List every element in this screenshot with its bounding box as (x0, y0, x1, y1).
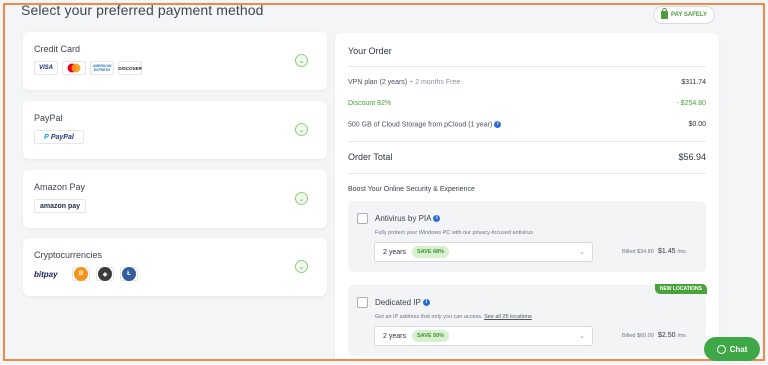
payment-method-amazon-pay[interactable]: Amazon Pay amazon pay ⌄ (23, 170, 327, 228)
plan-label-wrap: VPN plan (2 years) + 2 months Free (348, 79, 460, 86)
billed-amount: Billed $60.00 (622, 333, 654, 339)
payment-method-paypal[interactable]: PayPal P PayPal ⌄ (23, 101, 327, 159)
expand-chevron-icon[interactable]: ⌄ (295, 260, 308, 273)
ethereum-logo: ◆ (96, 267, 114, 281)
boost-title: Boost Your Online Security & Experience (348, 186, 475, 193)
pay-safely-label: PAY SAFELY (670, 12, 708, 18)
payment-method-label: Amazon Pay (34, 182, 86, 192)
term-select[interactable]: 2 years SAVE 50% ⌄ (374, 326, 593, 346)
divider (348, 66, 706, 67)
chevron-down-icon: ⌄ (579, 333, 585, 340)
info-icon[interactable]: i (433, 215, 441, 223)
bitcoin-logo: B (72, 267, 90, 281)
info-icon[interactable]: i (494, 121, 502, 128)
chat-bubble-icon (716, 344, 726, 354)
discover-logo: DISCOVER (118, 61, 142, 75)
price-value: $2.50 (658, 332, 676, 339)
card-logos: VISA AMERICAN EXPRESS DISCOVER (34, 61, 142, 75)
chat-label: Chat (729, 344, 748, 354)
plan-bonus: + 2 months Free (409, 79, 461, 86)
see-locations-link[interactable]: See all 25 locations (484, 314, 532, 320)
new-locations-badge: NEW LOCATIONS (654, 284, 707, 294)
divider (348, 173, 706, 174)
payment-method-cryptocurrencies[interactable]: Cryptocurrencies bitpay B ◆ Ł ⌄ (23, 238, 327, 296)
discount-value: - $254.80 (676, 100, 706, 107)
expand-chevron-icon[interactable]: ⌄ (295, 123, 308, 136)
amazon-pay-logos: amazon pay (34, 199, 86, 213)
storage-label-wrap: 500 GB of Cloud Storage from pCloud (1 y… (348, 121, 502, 129)
bitpay-logo: bitpay (34, 267, 66, 281)
lock-icon (660, 8, 668, 19)
term-value: 2 years (383, 332, 406, 340)
order-line-storage: 500 GB of Cloud Storage from pCloud (1 y… (348, 121, 706, 128)
paypal-logos: P PayPal (34, 130, 84, 144)
order-line-plan: VPN plan (2 years) + 2 months Free $311.… (348, 79, 706, 86)
litecoin-logo: Ł (120, 267, 138, 281)
storage-price: $0.00 (688, 121, 706, 128)
addon-description: Get an IP address that only you can acce… (375, 314, 483, 320)
litecoin-icon: Ł (122, 267, 136, 281)
amazon-pay-logo: amazon pay (34, 199, 86, 213)
price-period: /mo. (677, 333, 688, 339)
addon-dedicated-ip: NEW LOCATIONS Dedicated IP i Get an IP ad… (348, 284, 707, 356)
addon-name: Dedicated IP (375, 298, 421, 307)
storage-label: 500 GB of Cloud Storage from pCloud (1 y… (348, 121, 493, 129)
price-period: /mo. (677, 249, 688, 255)
paypal-logo-text: PayPal (50, 133, 74, 141)
ethereum-icon: ◆ (98, 267, 112, 281)
payment-method-label: Cryptocurrencies (34, 250, 103, 260)
billed-amount: Billed $34.80 (622, 249, 654, 255)
plan-price: $311.74 (681, 79, 706, 86)
term-value: 2 years (383, 248, 406, 256)
page-title: Select your preferred payment method (21, 3, 264, 18)
chevron-down-icon: ⌄ (579, 249, 585, 256)
addon-name-wrap: Antivirus by PIA i (375, 214, 441, 223)
addon-description-wrap: Get an IP address that only you can acce… (375, 314, 532, 320)
discount-label: Discount 82% (348, 100, 392, 107)
payment-method-label: PayPal (34, 113, 63, 123)
total-value: $56.94 (678, 152, 706, 162)
page-frame: Select your preferred payment method PAY… (3, 3, 765, 361)
bitcoin-icon: B (74, 267, 88, 281)
paypal-logo: P PayPal (34, 130, 84, 144)
total-label: Order Total (348, 152, 393, 162)
order-summary: Your Order VPN plan (2 years) + 2 months… (335, 33, 719, 359)
chat-button[interactable]: Chat (704, 337, 760, 361)
addon-antivirus: Antivirus by PIA i Fully protect your Win… (348, 201, 706, 272)
visa-logo: VISA (34, 61, 58, 75)
save-badge: SAVE 50% (411, 330, 450, 342)
term-select[interactable]: 2 years SAVE 68% ⌄ (374, 242, 593, 262)
save-badge: SAVE 68% (411, 246, 450, 258)
divider (348, 141, 706, 142)
addon-checkbox[interactable] (357, 213, 368, 224)
pay-safely-badge: PAY SAFELY (653, 6, 715, 24)
price-value: $1.45 (658, 248, 676, 255)
expand-chevron-icon[interactable]: ⌄ (295, 192, 308, 205)
addon-name: Antivirus by PIA (375, 214, 432, 223)
order-title: Your Order (348, 46, 392, 56)
addon-name-wrap: Dedicated IP i (375, 298, 430, 307)
info-icon[interactable]: i (422, 299, 430, 307)
amex-logo: AMERICAN EXPRESS (90, 61, 114, 75)
expand-chevron-icon[interactable]: ⌄ (295, 54, 308, 67)
order-total: Order Total $56.94 (348, 152, 706, 162)
addon-checkbox[interactable] (357, 297, 368, 308)
paypal-p-icon: P (44, 133, 49, 141)
plan-label: VPN plan (2 years) (348, 79, 408, 86)
order-line-discount: Discount 82% - $254.80 (348, 100, 706, 107)
addon-description: Fully protect your Windows PC with our p… (375, 230, 534, 236)
addon-price: $2.50 /mo. (658, 332, 687, 339)
addon-price: $1.45 /mo. (658, 248, 687, 255)
payment-method-label: Credit Card (34, 44, 81, 54)
mastercard-logo (62, 61, 86, 75)
payment-method-credit-card[interactable]: Credit Card VISA AMERICAN EXPRESS DISCOV… (23, 32, 327, 90)
crypto-logos: bitpay B ◆ Ł (34, 267, 138, 281)
